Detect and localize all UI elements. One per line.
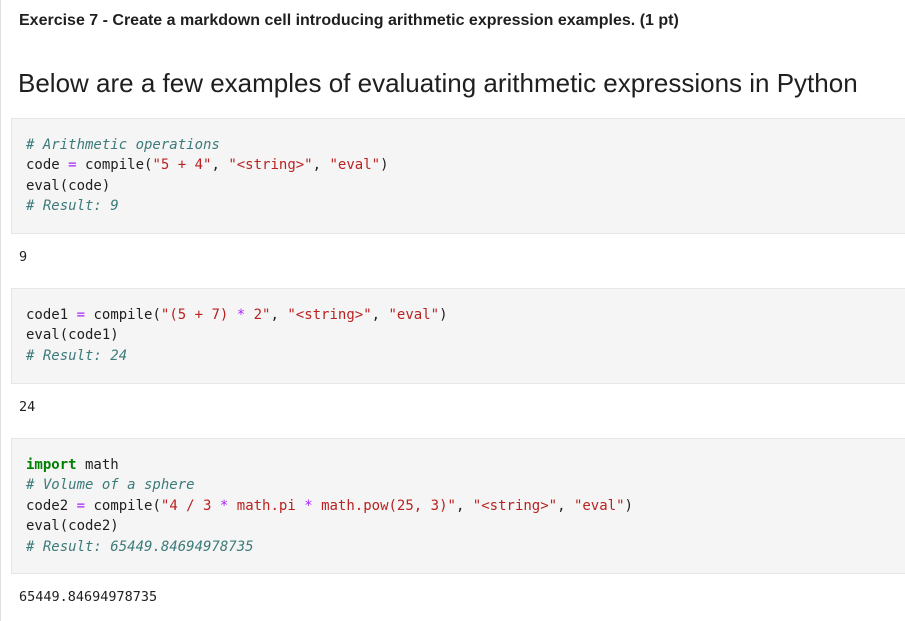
code-punct: , [211, 157, 229, 174]
code-comment: # Result: 65449.84694978735 [26, 538, 254, 555]
code-punct: , [557, 497, 574, 514]
code-operator: = [76, 497, 86, 514]
code-string: math.pow(25, 3)" [312, 497, 456, 514]
code-operator: * [236, 307, 246, 323]
code-string: "eval" [388, 307, 440, 323]
cell-output-2: 24 [19, 399, 36, 415]
code-line: # Result: 24 [26, 346, 892, 366]
code-module: math [76, 457, 119, 473]
code-variable: code2 [26, 497, 69, 514]
code-line: eval(code1) [26, 325, 892, 345]
code-operator: = [76, 307, 86, 323]
code-punct: ) [380, 157, 389, 174]
code-string: 2" [245, 307, 271, 323]
code-punct: , [371, 307, 389, 323]
code-string: "eval" [329, 157, 381, 174]
code-call: eval(code1) [26, 327, 119, 344]
code-cell-1[interactable]: # Arithmetic operations code = compile("… [11, 118, 905, 234]
code-cell-3[interactable]: import math # Volume of a sphere code2 =… [11, 438, 905, 574]
code-string: "5 + 4" [152, 157, 212, 174]
code-function: compile( [85, 307, 161, 323]
code-punct: , [455, 497, 473, 514]
code-punct: ) [624, 497, 633, 514]
cell-output-1: 9 [19, 249, 28, 265]
code-punct: , [312, 157, 330, 174]
cell-output-3: 65449.84694978735 [19, 589, 158, 605]
markdown-heading[interactable]: Below are a few examples of evaluating a… [18, 68, 858, 99]
code-string: "(5 + 7) [160, 307, 237, 323]
code-operator: = [68, 157, 77, 174]
code-punct: ) [439, 307, 448, 323]
code-cell-2[interactable]: code1 = compile("(5 + 7) * 2", "<string>… [11, 288, 905, 384]
code-line: code2 = compile("4 / 3 * math.pi * math.… [26, 496, 892, 516]
code-operator: * [304, 497, 313, 514]
code-comment: # Arithmetic operations [26, 137, 220, 153]
code-line: # Volume of a sphere [26, 475, 892, 495]
code-comment: # Result: 9 [26, 198, 119, 215]
code-variable: code [26, 157, 60, 174]
code-string: "<string>" [287, 307, 372, 323]
code-call: eval(code) [26, 177, 111, 194]
code-string: "4 / 3 [160, 497, 220, 514]
code-string: "<string>" [472, 497, 558, 514]
code-keyword: import [26, 457, 77, 473]
code-comment: # Volume of a sphere [26, 477, 195, 494]
code-line: eval(code) [26, 176, 892, 196]
code-function: compile( [85, 497, 161, 514]
exercise-title: Exercise 7 - Create a markdown cell intr… [19, 12, 679, 29]
code-comment: # Result: 24 [26, 347, 128, 364]
code-line: # Result: 9 [26, 196, 892, 216]
code-line: # Result: 65449.84694978735 [26, 537, 892, 557]
code-call: eval(code2) [26, 518, 119, 535]
code-line: code1 = compile("(5 + 7) * 2", "<string>… [26, 305, 892, 325]
notebook-page: Exercise 7 - Create a markdown cell intr… [0, 0, 905, 621]
code-line: eval(code2) [26, 516, 892, 536]
code-punct: , [270, 307, 288, 323]
code-function: compile( [76, 157, 153, 174]
code-string: "eval" [573, 497, 625, 514]
code-line: code = compile("5 + 4", "<string>", "eva… [26, 155, 892, 175]
code-line: import math [26, 455, 892, 475]
code-line: # Arithmetic operations [26, 135, 892, 155]
code-variable: code1 [26, 307, 69, 323]
code-string: "<string>" [228, 157, 313, 174]
code-string: math.pi [228, 497, 305, 514]
